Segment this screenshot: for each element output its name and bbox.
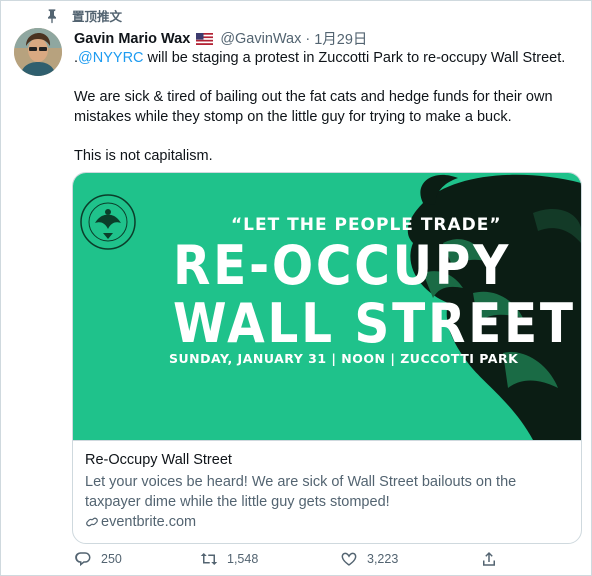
like-count: 3,223	[367, 552, 399, 566]
card-domain[interactable]: eventbrite.com	[85, 514, 569, 530]
pinned-label: 置顶推文	[72, 10, 123, 24]
tweet-line-1: .@NYYRC will be staging a protest in Zuc…	[74, 49, 579, 69]
card-title[interactable]: Re-Occupy Wall Street	[85, 451, 569, 470]
club-seal	[80, 194, 136, 250]
heart-icon	[341, 552, 357, 566]
image-tagline: “LET THE PEOPLE TRADE”	[231, 215, 502, 235]
tweet-date[interactable]: 1月29日	[314, 28, 367, 49]
image-subline: SUNDAY, JANUARY 31 | NOON | ZUCCOTTI PAR…	[169, 351, 519, 366]
author-name[interactable]: Gavin Mario Wax	[74, 31, 190, 47]
tweet-paragraph-2: We are sick & tired of bailing out the f…	[74, 89, 553, 125]
retweet-button[interactable]: 1,548	[200, 550, 340, 568]
tweet-header: Gavin Mario Wax @GavinWax · 1月29日	[74, 28, 367, 49]
card-description: Let your voices be heard! We are sick of…	[85, 474, 517, 510]
retweet-count: 1,548	[227, 552, 259, 566]
reply-count: 250	[101, 552, 122, 566]
pin-icon	[44, 8, 60, 24]
mention-link[interactable]: @NYYRC	[78, 50, 143, 66]
line-1-rest: will be staging a protest in Zuccotti Pa…	[143, 50, 566, 66]
image-headline-2: WALL STREET	[173, 292, 576, 355]
reply-icon	[75, 552, 91, 567]
like-button[interactable]: 3,223	[340, 550, 480, 568]
card-domain-text: eventbrite.com	[101, 514, 197, 530]
card-body[interactable]: Re-Occupy Wall Street Let your voices be…	[73, 440, 581, 530]
separator-dot: ·	[305, 30, 311, 47]
tweet-paragraph-3: This is not capitalism.	[74, 147, 213, 164]
avatar[interactable]	[14, 28, 62, 76]
pinned-indicator: 置顶推文	[44, 6, 122, 25]
us-flag-icon	[196, 32, 214, 45]
share-button[interactable]	[480, 550, 498, 568]
card-image[interactable]: “LET THE PEOPLE TRADE” RE-OCCUPY WALL ST…	[73, 173, 581, 440]
tweet-actions: 250 1,548 3,223	[74, 550, 504, 568]
retweet-icon	[200, 553, 218, 565]
share-icon	[483, 551, 495, 566]
author-handle[interactable]: @GavinWax	[220, 31, 301, 47]
tweet-text: .@NYYRC will be staging a protest in Zuc…	[74, 49, 579, 166]
link-icon	[85, 515, 99, 529]
reply-button[interactable]: 250	[74, 550, 200, 568]
image-headline-1: RE-OCCUPY	[173, 234, 512, 297]
link-card[interactable]: “LET THE PEOPLE TRADE” RE-OCCUPY WALL ST…	[72, 172, 582, 544]
